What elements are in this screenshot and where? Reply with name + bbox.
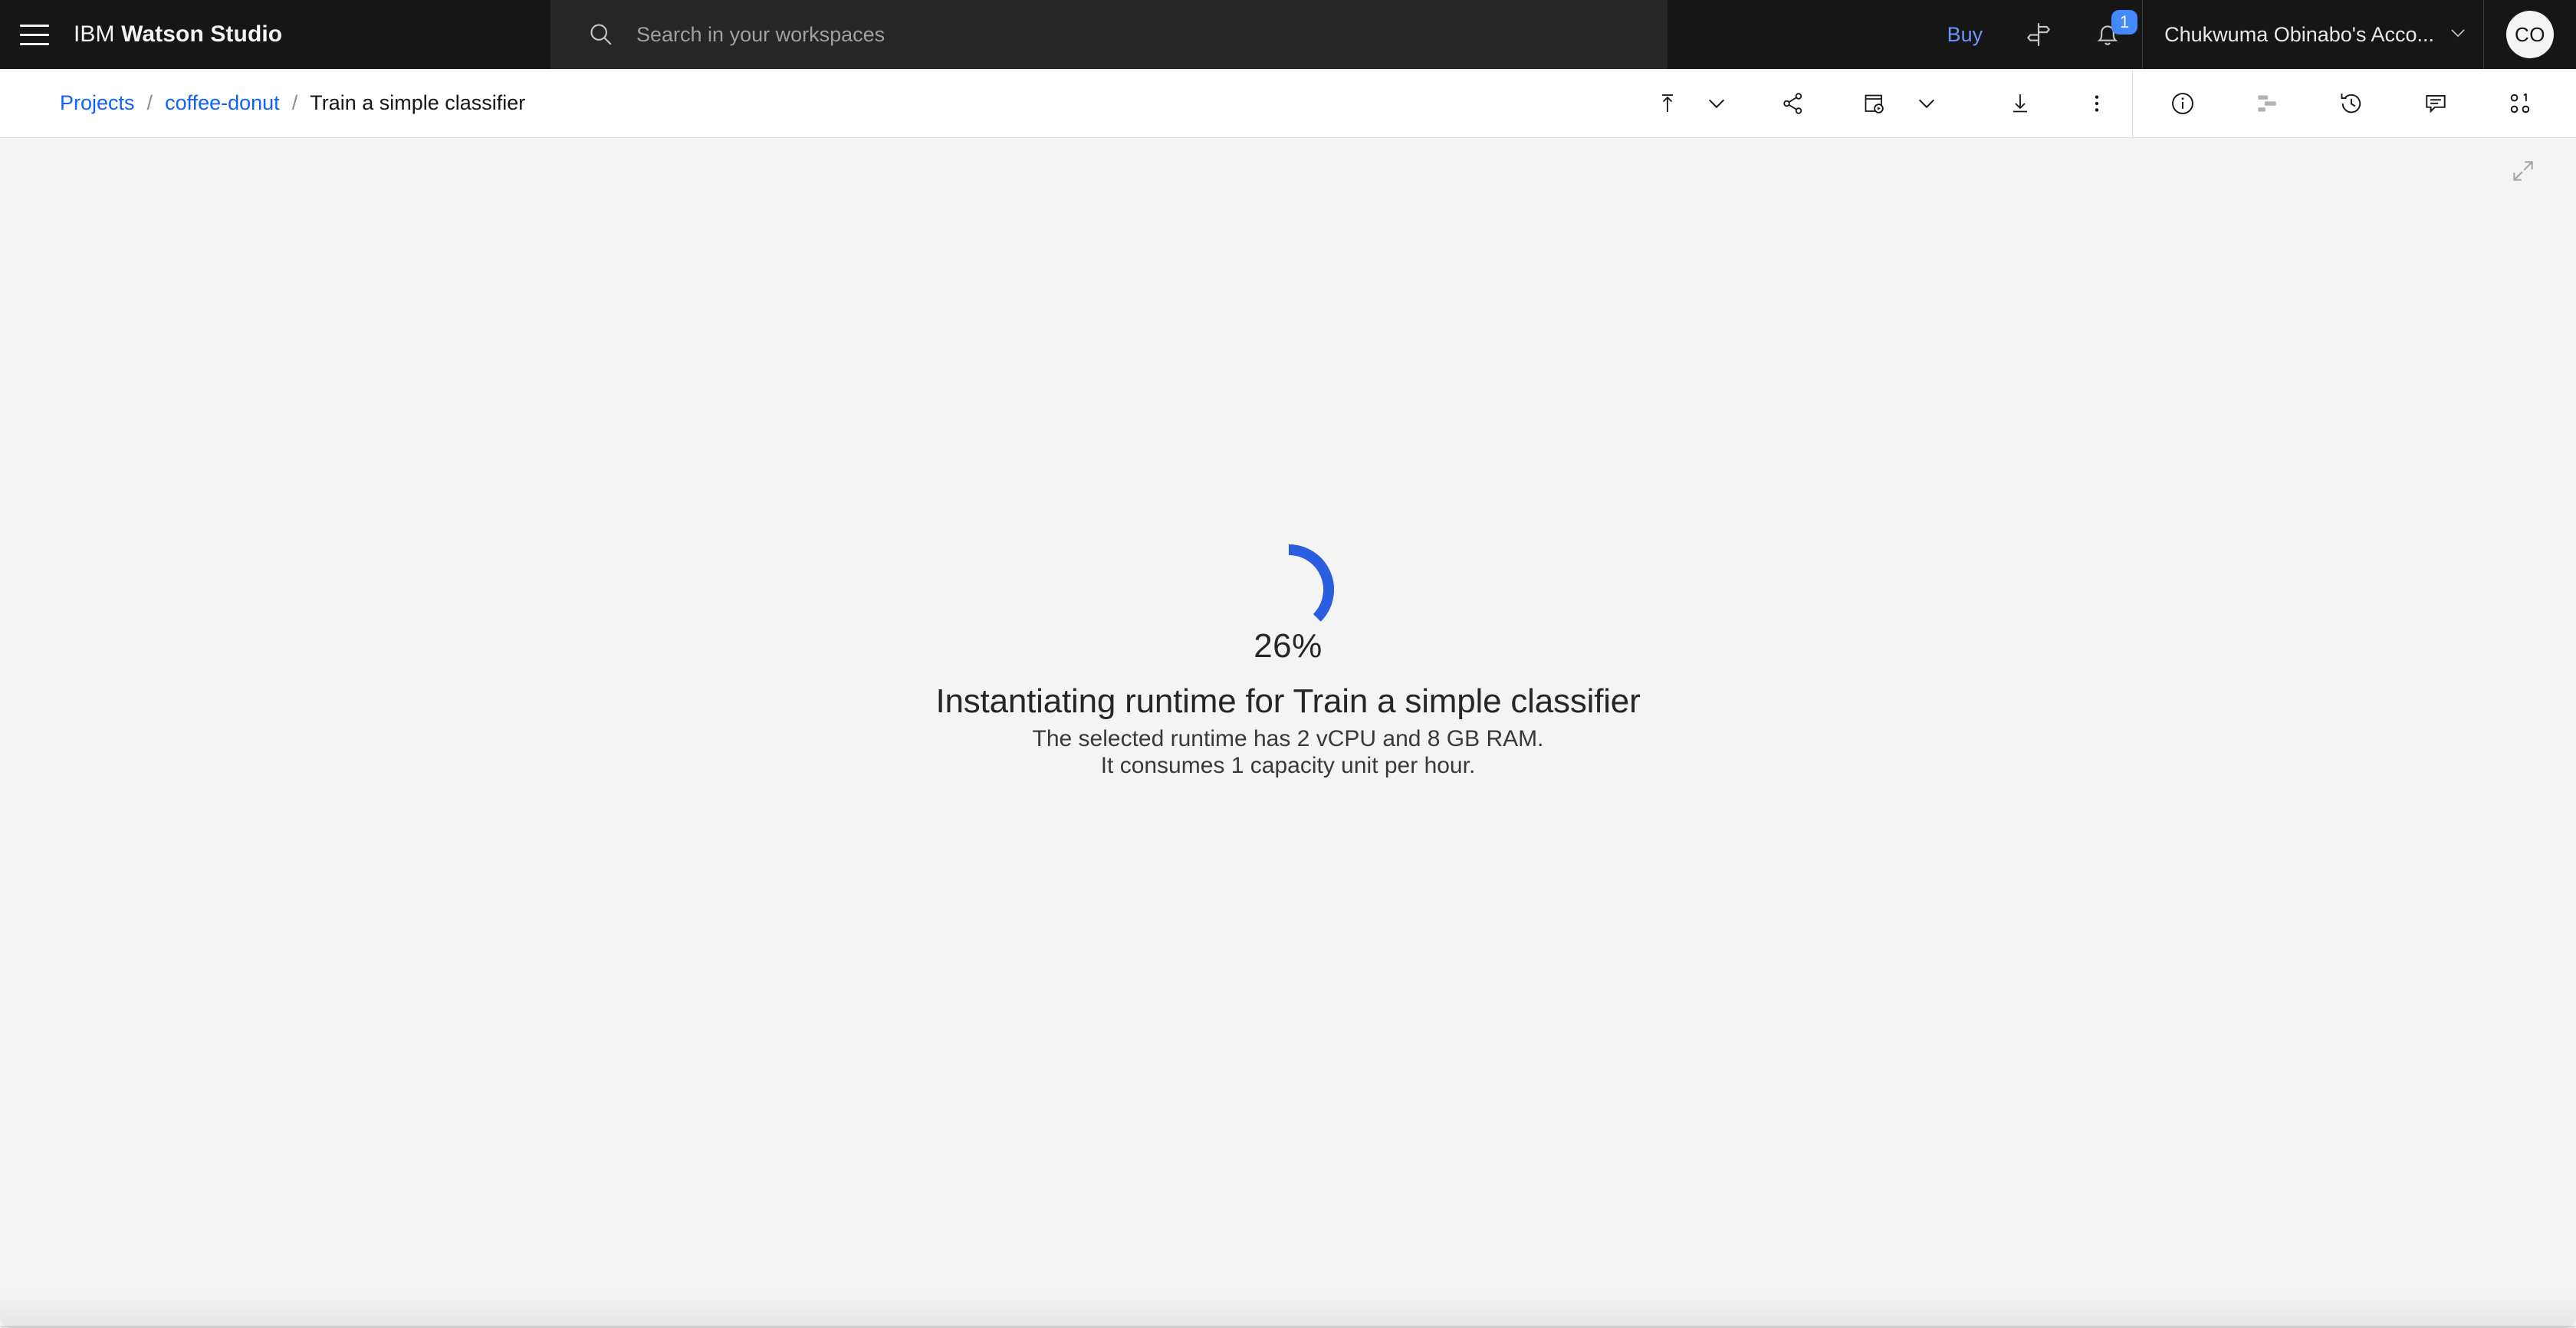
search-input[interactable]: Search in your workspaces	[550, 0, 1668, 69]
search-placeholder: Search in your workspaces	[636, 22, 886, 46]
export-options-chevron-down-icon[interactable]	[1692, 69, 1741, 138]
breadcrumb-separator: /	[291, 91, 298, 114]
account-name: Chukwuma Obinabo's Acco...	[2164, 22, 2434, 46]
loading-subtitle-line-2: It consumes 1 capacity unit per hour.	[1100, 753, 1476, 779]
toolbar-divider	[2132, 69, 2133, 138]
loading-subtitle: The selected runtime has 2 vCPU and 8 GB…	[1033, 725, 1544, 780]
app-brand[interactable]: IBM Watson Studio	[74, 21, 282, 48]
brand-name: Watson Studio	[121, 21, 283, 47]
loading-title: Instantiating runtime for Train a simple…	[935, 682, 1641, 720]
avatar: CO	[2506, 11, 2554, 58]
user-avatar-button[interactable]: CO	[2484, 0, 2576, 69]
share-icon[interactable]	[1769, 69, 1818, 138]
hamburger-bar	[20, 24, 49, 27]
hamburger-menu-icon[interactable]	[0, 0, 69, 69]
run-options-chevron-down-icon[interactable]	[1902, 69, 1951, 138]
download-icon[interactable]	[1996, 69, 2045, 138]
expand-maximize-icon[interactable]	[2501, 149, 2545, 193]
account-switcher[interactable]: Chukwuma Obinabo's Acco...	[2143, 0, 2483, 69]
hamburger-bar	[20, 33, 49, 36]
information-icon[interactable]	[2154, 69, 2211, 138]
notebook-actions	[1643, 69, 2576, 138]
chevron-down-icon	[2448, 23, 2468, 47]
loading-spinner-icon	[1244, 544, 1334, 635]
notebook-content-area: 26% Instantiating runtime for Train a si…	[0, 138, 2576, 1280]
window-bottom-bar	[0, 1280, 2576, 1328]
collaborators-icon[interactable]	[2492, 69, 2548, 138]
overflow-menu-icon[interactable]	[2072, 69, 2121, 138]
signpost-icon[interactable]	[2004, 0, 2073, 69]
export-icon[interactable]	[1643, 69, 1692, 138]
global-header: IBM Watson Studio Search in your workspa…	[0, 0, 2576, 69]
brand-prefix: IBM	[74, 21, 115, 47]
search-icon	[587, 21, 615, 48]
runtime-loading-block: 26% Instantiating runtime for Train a si…	[0, 544, 2576, 780]
breadcrumb-separator: /	[146, 91, 153, 114]
loading-subtitle-line-1: The selected runtime has 2 vCPU and 8 GB…	[1032, 726, 1544, 751]
progress-indicator: 26%	[1188, 544, 1388, 682]
comments-icon[interactable]	[2407, 69, 2464, 138]
version-history-icon[interactable]	[2323, 69, 2380, 138]
notification-bell-icon[interactable]: 1	[2073, 0, 2142, 69]
buy-button[interactable]: Buy	[1926, 0, 2005, 69]
breadcrumb: Projects / coffee-donut / Train a simple…	[60, 91, 525, 115]
progress-percent: 26%	[1254, 627, 1322, 665]
breadcrumb-toolbar: Projects / coffee-donut / Train a simple…	[0, 69, 2576, 138]
page-title: Train a simple classifier	[310, 91, 526, 114]
notification-badge: 1	[2111, 10, 2138, 35]
data-panel-icon[interactable]	[2239, 69, 2295, 138]
hamburger-bar	[20, 42, 49, 45]
header-right-actions: Buy 1 Chukwuma Obinabo's Acco... CO	[1926, 0, 2576, 69]
breadcrumb-item-projects[interactable]: Projects	[60, 91, 135, 115]
breadcrumb-item-coffee-donut[interactable]: coffee-donut	[165, 91, 280, 115]
run-slideshow-icon[interactable]	[1845, 69, 1902, 138]
